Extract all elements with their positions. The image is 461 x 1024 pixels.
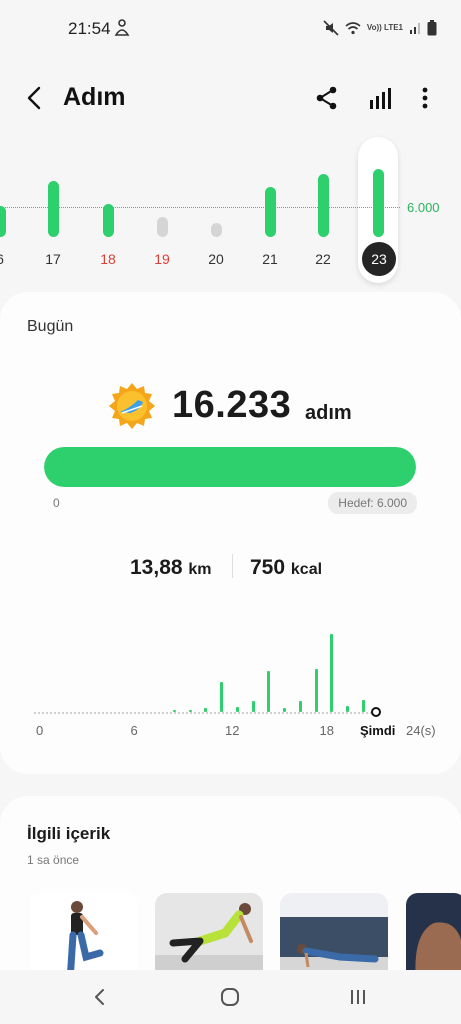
mute-icon [323, 20, 339, 36]
back-nav-icon[interactable] [88, 984, 114, 1010]
home-nav-icon[interactable] [217, 984, 243, 1010]
system-nav-bar [0, 970, 461, 1024]
status-bar: 21:54 Vo)) LTE1 [0, 0, 461, 56]
step-progress-fill [44, 447, 416, 487]
step-unit: adım [305, 402, 352, 424]
distance-value: 13,88 [130, 556, 183, 579]
calories-value: 750 [250, 556, 286, 579]
day-label-18[interactable]: 18 [90, 251, 126, 267]
hour-end-label: 24(s) [406, 723, 436, 738]
day-label-17[interactable]: 17 [35, 251, 71, 267]
app-header: Adım [0, 72, 461, 124]
related-title: İlgili içerik [27, 824, 111, 843]
hour-bar [235, 707, 239, 712]
person-icon [114, 19, 130, 36]
battery-icon [427, 20, 437, 36]
network-label: Vo)) LTE1 [366, 23, 403, 32]
step-count: 16.233 [172, 384, 292, 426]
back-icon[interactable] [22, 84, 50, 112]
week-bar-21[interactable] [265, 187, 276, 237]
signal-icon [410, 23, 420, 34]
week-bar-23[interactable] [373, 169, 384, 237]
calories-stat: 750 kcal [250, 556, 322, 580]
more-icon[interactable] [411, 84, 439, 112]
calories-unit: kcal [290, 561, 323, 578]
week-bar-22[interactable] [318, 174, 329, 237]
related-content-card: İlgili içerik 1 sa önce [0, 796, 461, 996]
related-subtitle: 1 sa önce [27, 853, 80, 867]
hourly-chart[interactable]: Şimdi 24(s) 0 6 12 18 [0, 612, 461, 762]
hour-tick-label: 6 [130, 723, 138, 738]
today-card[interactable]: Bugün 16.233 adım 0 Hedef: 6.000 13,88 k… [0, 292, 461, 774]
day-label-22[interactable]: 22 [305, 251, 341, 267]
step-progress-bar [44, 447, 416, 487]
hour-bar [298, 701, 302, 712]
bar-chart-icon[interactable] [366, 84, 394, 112]
goal-label: 6.000 [407, 200, 440, 215]
stat-divider [232, 554, 233, 578]
achievement-medal-icon[interactable] [108, 382, 156, 430]
hour-bar [188, 710, 192, 712]
week-bar-20[interactable] [211, 223, 222, 237]
week-bar-17[interactable] [48, 181, 59, 237]
distance-unit: km [188, 561, 212, 578]
now-label: Şimdi [360, 723, 396, 738]
hour-bar [361, 700, 365, 712]
week-bar-19[interactable] [157, 217, 168, 237]
hourly-baseline [34, 712, 376, 714]
goal-badge: Hedef: 6.000 [328, 492, 417, 514]
hour-bar [267, 671, 271, 712]
share-icon[interactable] [313, 84, 341, 112]
status-icons: Vo)) LTE1 [323, 18, 437, 38]
hour-tick-label: 0 [36, 723, 44, 738]
hour-tick-label: 12 [225, 723, 240, 738]
week-chart: 6.000 6 17 18 19 20 21 22 23 [0, 135, 461, 285]
goal-line [0, 207, 400, 208]
day-label-21[interactable]: 21 [252, 251, 288, 267]
hour-bar [283, 708, 287, 712]
hour-bar [220, 682, 224, 712]
week-bar-6[interactable] [0, 206, 6, 237]
now-marker [371, 707, 381, 717]
day-label-6[interactable]: 6 [0, 251, 18, 267]
recents-nav-icon[interactable] [345, 984, 371, 1010]
today-title: Bugün [27, 318, 74, 335]
hour-bar [330, 634, 334, 712]
progress-min-label: 0 [53, 496, 60, 510]
hour-tick-label: 18 [319, 723, 334, 738]
day-label-19[interactable]: 19 [144, 251, 180, 267]
hour-bar [346, 706, 350, 712]
hour-bar [314, 669, 318, 712]
hour-bar [172, 710, 176, 712]
status-time: 21:54 [68, 19, 111, 38]
distance-stat: 13,88 km [130, 556, 212, 580]
day-label-23[interactable]: 23 [362, 242, 396, 276]
wifi-icon [345, 22, 361, 35]
day-label-20[interactable]: 20 [198, 251, 234, 267]
page-title: Adım [63, 83, 126, 111]
week-bar-18[interactable] [103, 204, 114, 237]
hour-bar [251, 701, 255, 712]
